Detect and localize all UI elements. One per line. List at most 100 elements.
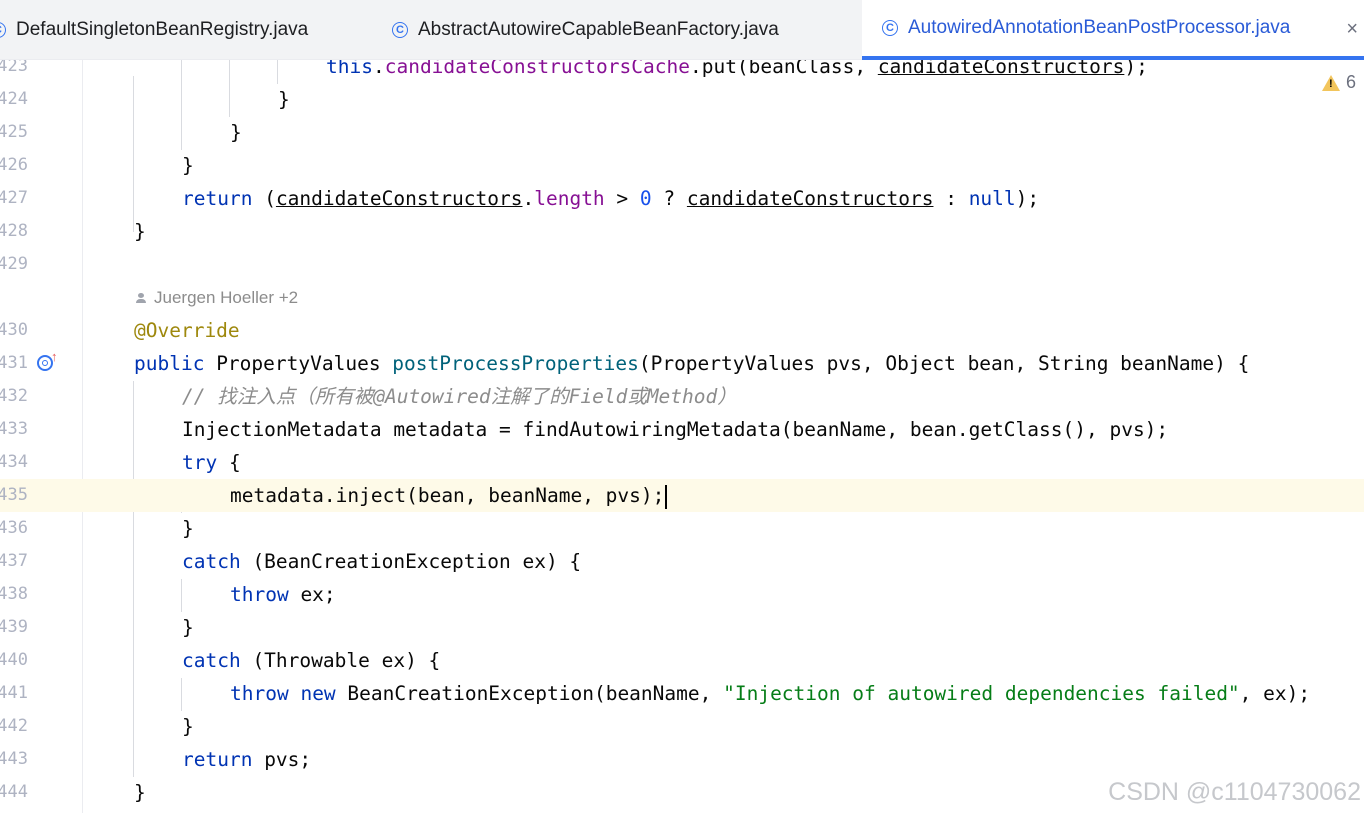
keyword: throw (230, 583, 289, 606)
code-text: throw new BeanCreationException(beanName… (230, 677, 1310, 710)
text-caret (665, 484, 668, 509)
tab-autowired-annotation-bean-post-processor[interactable]: C AutowiredAnnotationBeanPostProcessor.j… (862, 0, 1364, 60)
code-text: } (182, 715, 194, 738)
line-number: 443 (0, 749, 28, 769)
keyword: new (300, 682, 336, 705)
code-text: return pvs; (182, 743, 311, 776)
code-editor[interactable]: ! 6 423 this.candidateConstructorsCache.… (0, 60, 1364, 813)
string-literal: "Injection of autowired dependencies fai… (723, 682, 1240, 705)
keyword: this (326, 60, 373, 78)
code-line-430: 430 @Override (0, 314, 1364, 347)
keyword: return (182, 187, 253, 210)
code-text: } (134, 781, 146, 804)
code-line-435-current: 435 metadata.inject(bean, beanName, pvs)… (0, 479, 1364, 512)
line-number: 432 (0, 386, 28, 406)
method-name: postProcessProperties (392, 352, 639, 375)
code-token: ex; (288, 583, 336, 606)
code-text: this.candidateConstructorsCache.put(bean… (326, 60, 1148, 83)
line-number: 428 (0, 221, 28, 241)
code-token: (BeanCreationException ex) { (240, 550, 582, 573)
code-line-437: 437 catch (BeanCreationException ex) { (0, 545, 1364, 578)
line-number: 444 (0, 782, 28, 802)
code-line-423: 423 this.candidateConstructorsCache.put(… (0, 60, 1364, 83)
line-number: 441 (0, 683, 28, 703)
line-number: 430 (0, 320, 28, 340)
code-token: (Throwable ex) { (240, 649, 441, 672)
field: length (534, 187, 605, 210)
code-author-hint[interactable]: Juergen Hoeller +2 (136, 281, 298, 314)
code-line-441: 441 throw new BeanCreationException(bean… (0, 677, 1364, 710)
code-line-429: 429 (0, 248, 1364, 281)
code-token: PropertyValues (204, 352, 393, 375)
line-number: 424 (0, 89, 28, 109)
code-line-438: 438 throw ex; (0, 578, 1364, 611)
code-token: . (372, 60, 385, 78)
line-number: 429 (0, 254, 28, 274)
tab-label: DefaultSingletonBeanRegistry.java (16, 19, 309, 40)
variable: candidateConstructors (686, 187, 934, 210)
line-number: 433 (0, 419, 28, 439)
line-number: 435 (0, 485, 28, 505)
code-line-442: 442 } (0, 710, 1364, 743)
code-line-424: 424 } (0, 83, 1364, 116)
keyword: try (182, 451, 218, 474)
line-number: 423 (0, 60, 28, 76)
code-token: . (522, 187, 535, 210)
tab-label: AutowiredAnnotationBeanPostProcessor.jav… (908, 17, 1291, 38)
code-line-425: 425 } (0, 116, 1364, 149)
code-token: BeanCreationException(beanName, (335, 682, 724, 705)
code-token: ); (1124, 60, 1148, 78)
code-line-426: 426 } (0, 149, 1364, 182)
tab-label: AbstractAutowireCapableBeanFactory.java (418, 19, 779, 40)
code-line-434: 434 try { (0, 446, 1364, 479)
line-number: 426 (0, 155, 28, 175)
code-text: } (182, 154, 194, 177)
line-number: 431 (0, 353, 28, 373)
keyword: null (968, 187, 1016, 210)
author-name: Juergen Hoeller +2 (154, 288, 299, 307)
line-number: 438 (0, 584, 28, 604)
code-token: .put(beanClass, (689, 60, 878, 78)
tab-abstract-autowire-capable-bean-factory[interactable]: C AbstractAutowireCapableBeanFactory.jav… (392, 0, 779, 60)
line-number: 437 (0, 551, 28, 571)
keyword: catch (182, 550, 241, 573)
person-icon (136, 292, 146, 303)
code-line-440: 440 catch (Throwable ex) { (0, 644, 1364, 677)
code-text: } (182, 517, 194, 540)
code-token: { (217, 451, 241, 474)
code-line-436: 436 } (0, 512, 1364, 545)
line-number: 440 (0, 650, 28, 670)
arrow-up-icon: ↑ (51, 349, 58, 364)
keyword: return (182, 748, 253, 771)
code-line-428: 428 } (0, 215, 1364, 248)
code-text: return (candidateConstructors.length > 0… (182, 182, 1039, 215)
keyword: catch (182, 649, 241, 672)
line-number: 439 (0, 617, 28, 637)
variable: candidateConstructors (877, 60, 1125, 78)
code-text: } (182, 616, 194, 639)
number-literal: 0 (639, 187, 652, 210)
code-token: : (933, 187, 969, 210)
code-token: ? (651, 187, 687, 210)
code-text: public PropertyValues postProcessPropert… (134, 347, 1249, 380)
tab-default-singleton-bean-registry[interactable]: C DefaultSingletonBeanRegistry.java (0, 0, 308, 60)
line-number: 442 (0, 716, 28, 736)
class-icon: C (392, 22, 408, 38)
code-text: metadata.inject(bean, beanName, pvs); (230, 479, 668, 512)
comment: // 找注入点（所有被@Autowired注解了的Field或Method） (182, 385, 737, 408)
line-number: 436 (0, 518, 28, 538)
code-text: try { (182, 446, 241, 479)
code-text: throw ex; (230, 578, 336, 611)
code-line-443: 443 return pvs; (0, 743, 1364, 776)
watermark: CSDN @c1104730062 (1108, 778, 1361, 806)
close-tab-icon[interactable]: × (1346, 18, 1358, 41)
keyword: throw (230, 682, 289, 705)
code-token: ); (1015, 187, 1040, 210)
line-number: 425 (0, 122, 28, 142)
code-text: catch (Throwable ex) { (182, 644, 440, 677)
code-line-427: 427 return (candidateConstructors.length… (0, 182, 1364, 215)
annotation: @Override (134, 319, 240, 342)
code-token: (PropertyValues pvs, Object bean, String… (638, 352, 1250, 375)
code-text: } (278, 88, 290, 111)
